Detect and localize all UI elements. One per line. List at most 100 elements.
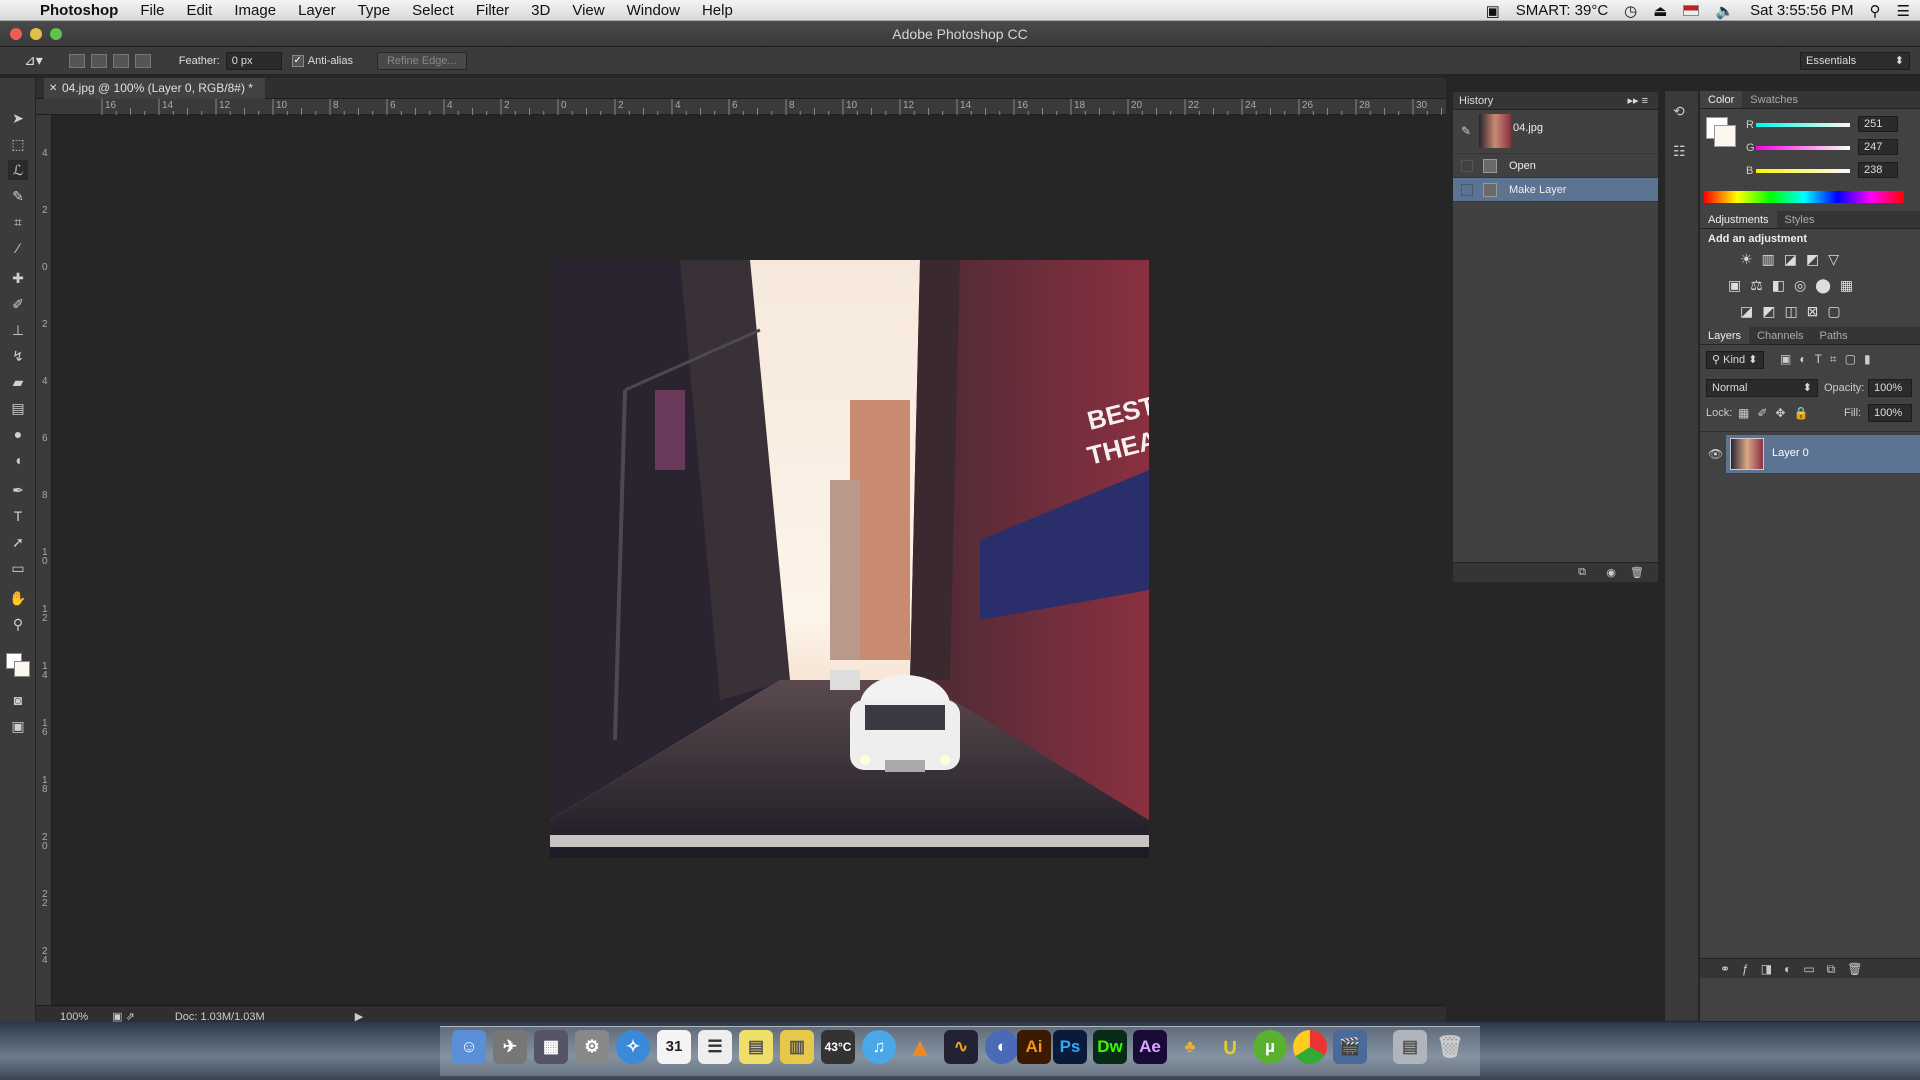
quick-select-tool-icon[interactable]: ✎ [8,186,28,206]
healing-brush-tool-icon[interactable]: ✚ [8,268,28,288]
mission-control-dock-icon[interactable]: ▦ [534,1030,568,1064]
close-window-button[interactable] [10,28,22,40]
camera-snapshot-icon[interactable]: ◉ [1606,566,1616,579]
browser-dock-icon[interactable]: ◐ [985,1030,1019,1064]
eject-icon[interactable]: ⏏ [1653,2,1667,20]
menu-3d[interactable]: 3D [520,2,561,19]
menu-file[interactable]: File [129,2,175,19]
menu-image[interactable]: Image [223,2,287,19]
quick-mask-icon[interactable]: ◙ [8,690,28,710]
opacity-input[interactable]: 100% [1868,379,1912,397]
rectangle-tool-icon[interactable]: ▭ [8,558,28,578]
finder-dock-icon[interactable]: ☺ [452,1030,486,1064]
feather-input[interactable]: 0 px [225,51,282,70]
type-tool-icon[interactable]: T [8,506,28,526]
history-brush-source-icon[interactable]: ✎ [1461,124,1471,138]
properties-panel-icon[interactable]: ☷ [1673,143,1693,163]
tab-layers[interactable]: Layers [1700,327,1750,344]
lasso-tool-icon[interactable]: ℒ [8,160,28,180]
polygon-lasso-tool-preset-icon[interactable]: ⊿▾ [24,52,43,69]
selection-subtract-icon[interactable] [112,53,129,68]
history-item-checkbox[interactable] [1461,184,1473,196]
selection-intersect-icon[interactable] [134,53,151,68]
tab-styles[interactable]: Styles [1777,211,1823,228]
document-tab[interactable]: ✕ 04.jpg @ 100% (Layer 0, RGB/8#) * [44,78,265,99]
temperature-status[interactable]: SMART: 39°C [1516,2,1608,19]
stickies-dock-icon[interactable]: ▤ [739,1030,773,1064]
g-slider[interactable] [1756,146,1850,150]
illustrator-dock-icon[interactable]: Ai [1017,1030,1051,1064]
menu-view[interactable]: View [561,2,615,19]
r-value[interactable]: 251 [1858,116,1898,132]
crop-tool-icon[interactable]: ⌗ [8,212,28,232]
adjustment-icons-row-2[interactable]: ▣⚖◧◎⬤▦ [1728,277,1862,294]
workspace-select[interactable]: Essentials ⬍ [1800,52,1910,70]
layers-footer-icons[interactable]: ⚭ƒ◨◐▭⧉🗑 [1700,958,1920,978]
r-slider[interactable] [1756,123,1850,127]
visibility-eye-icon[interactable]: 👁 [1708,447,1723,461]
color-spectrum-ramp[interactable] [1704,191,1904,203]
fill-input[interactable]: 100% [1868,404,1912,422]
menu-edit[interactable]: Edit [176,2,224,19]
minimize-window-button[interactable] [30,28,42,40]
close-tab-icon[interactable]: ✕ [49,78,57,99]
tab-channels[interactable]: Channels [1749,327,1811,344]
menu-window[interactable]: Window [616,2,691,19]
menu-select[interactable]: Select [401,2,465,19]
tab-paths[interactable]: Paths [1812,327,1856,344]
layer-row-layer-0[interactable]: 👁 Layer 0 [1700,435,1920,475]
audio-app-dock-icon[interactable]: ∿ [944,1030,978,1064]
notes-dock-icon[interactable]: ☰ [698,1030,732,1064]
history-item-make-layer[interactable]: Make Layer [1453,178,1658,202]
adjustment-icons-row-3[interactable]: ◪◩◫⊠▢ [1740,303,1850,320]
temperature-dock-icon[interactable]: 43°C [821,1030,855,1064]
move-tool-icon[interactable]: ➤ [8,108,28,128]
marquee-tool-icon[interactable]: ⬚ [8,134,28,154]
eyedropper-tool-icon[interactable]: ⁄ [8,238,28,258]
selection-new-icon[interactable] [68,53,85,68]
time-machine-icon[interactable]: ◷ [1624,2,1637,20]
history-panel-title[interactable]: History [1459,95,1493,107]
pineapple-dock-icon[interactable]: ♣ [1173,1030,1207,1064]
trash-dock-icon[interactable]: 🗑 [1433,1030,1467,1064]
vlc-dock-icon[interactable]: ▲ [903,1030,937,1064]
flag-icon[interactable] [1683,5,1700,16]
menu-help[interactable]: Help [691,2,744,19]
layer-filter-icons[interactable]: ▣◐T⌗▢▮ [1780,352,1879,367]
dreamweaver-dock-icon[interactable]: Dw [1093,1030,1127,1064]
menu-app-name[interactable]: Photoshop [29,2,129,19]
launchpad-dock-icon[interactable]: ✈ [493,1030,527,1064]
downloads-stack-dock-icon[interactable]: ▤ [1393,1030,1427,1064]
history-item-checkbox[interactable] [1461,160,1473,172]
safari-dock-icon[interactable]: ✧ [616,1030,650,1064]
blur-tool-icon[interactable]: ● [8,424,28,444]
zoom-tool-icon[interactable]: ⚲ [8,614,28,634]
itunes-dock-icon[interactable]: ♫ [862,1030,896,1064]
clone-stamp-tool-icon[interactable]: ⊥ [8,320,28,340]
layer-name[interactable]: Layer 0 [1772,447,1809,459]
screen-mode-icon[interactable]: ▣ [8,716,28,736]
panel-menu-icon[interactable]: ▸▸ ≡ [1627,92,1648,110]
after-effects-dock-icon[interactable]: Ae [1133,1030,1167,1064]
adjustment-icons-row-1[interactable]: ☀▥◪◩▽ [1740,251,1848,268]
zoom-level[interactable]: 100% [60,1011,88,1023]
photoshop-dock-icon[interactable]: Ps [1053,1030,1087,1064]
antialias-checkbox[interactable]: ✓ [291,54,304,67]
path-selection-tool-icon[interactable]: ➚ [8,532,28,552]
hand-tool-icon[interactable]: ✋ [8,588,28,608]
zoom-window-button[interactable] [50,28,62,40]
new-document-from-state-icon[interactable]: ⧉ [1578,566,1586,579]
pen-tool-icon[interactable]: ✒ [8,480,28,500]
tab-adjustments[interactable]: Adjustments [1700,211,1777,228]
menu-filter[interactable]: Filter [465,2,520,19]
g-value[interactable]: 247 [1858,139,1898,155]
calendar-dock-icon[interactable]: 31 [657,1030,691,1064]
selection-add-icon[interactable] [90,53,107,68]
eraser-tool-icon[interactable]: ▰ [8,372,28,392]
system-preferences-dock-icon[interactable]: ⚙ [575,1030,609,1064]
tab-color[interactable]: Color [1700,91,1743,108]
spotlight-search-icon[interactable]: ⚲ [1870,2,1881,20]
stickies2-dock-icon[interactable]: ▥ [780,1030,814,1064]
volume-icon[interactable]: 🔈 [1715,2,1734,20]
layer-filter-kind-select[interactable]: ⚲ Kind ⬍ [1706,351,1764,369]
